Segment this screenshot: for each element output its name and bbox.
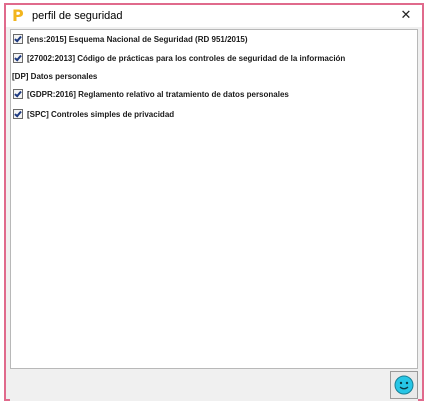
- dialog-window: P perfil de seguridad ✕ [ens:2015] Esque…: [4, 3, 424, 401]
- list-item[interactable]: [GDPR:2016] Reglamento relativo al trata…: [13, 88, 289, 102]
- footer-bar: [10, 371, 418, 401]
- list-item[interactable]: [SPC] Controles simples de privacidad: [13, 108, 174, 122]
- list-item-label: [ens:2015] Esquema Nacional de Seguridad…: [27, 35, 248, 44]
- close-button[interactable]: ✕: [394, 5, 418, 27]
- checkbox[interactable]: [13, 89, 23, 99]
- list-group-header: [DP] Datos personales: [12, 70, 97, 84]
- smiley-icon: [394, 375, 414, 395]
- title-bar: P perfil de seguridad ✕: [6, 5, 422, 27]
- list-item-label: [27002:2013] Código de prácticas para lo…: [27, 54, 346, 63]
- list-item-label: [SPC] Controles simples de privacidad: [27, 110, 175, 119]
- profile-list: [ens:2015] Esquema Nacional de Seguridad…: [10, 29, 418, 369]
- list-item-label: [GDPR:2016] Reglamento relativo al trata…: [27, 90, 289, 99]
- checkbox[interactable]: [13, 53, 23, 63]
- group-label: [DP] Datos personales: [12, 72, 98, 81]
- list-item[interactable]: [27002:2013] Código de prácticas para lo…: [13, 52, 345, 66]
- window-title: perfil de seguridad: [32, 10, 123, 22]
- list-item[interactable]: [ens:2015] Esquema Nacional de Seguridad…: [13, 33, 248, 47]
- checkbox[interactable]: [13, 34, 23, 44]
- app-logo-icon: P: [12, 6, 24, 25]
- accept-button[interactable]: [390, 371, 418, 399]
- checkbox[interactable]: [13, 109, 23, 119]
